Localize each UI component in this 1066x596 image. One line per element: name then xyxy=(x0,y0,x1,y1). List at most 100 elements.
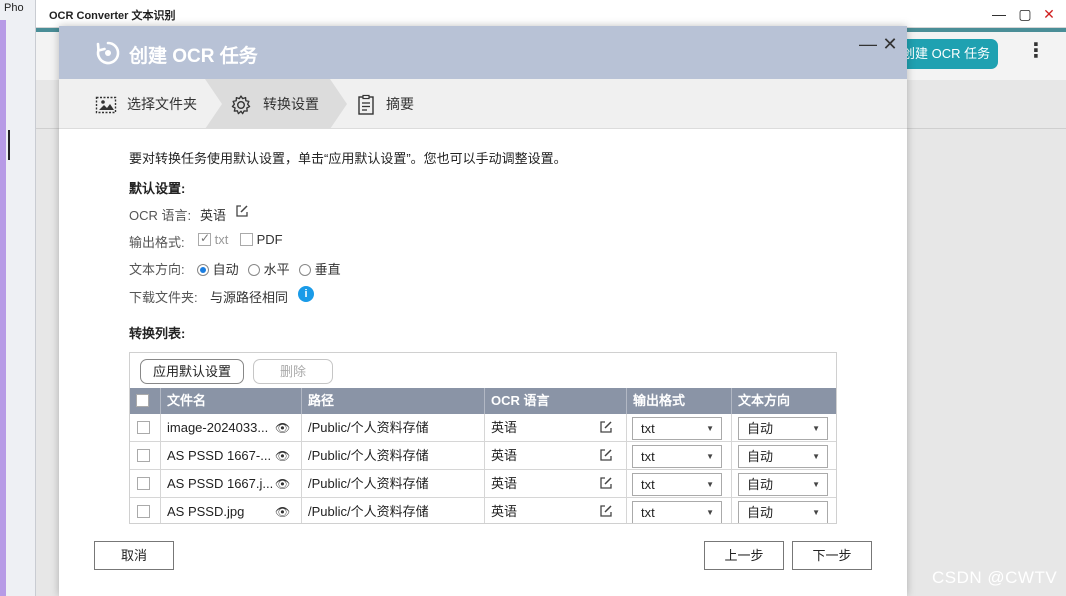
delete-button[interactable]: 删除 xyxy=(253,359,333,384)
direction-cell: 自动 ▼ xyxy=(731,442,836,470)
create-task-dialog: 创建 OCR 任务 — ✕ 选择文件夹 转换设置 摘要 要对转换任务使用默认设置… xyxy=(59,26,907,596)
preview-eye-icon[interactable]: 👁 xyxy=(275,414,290,442)
direction-value: 自动 xyxy=(747,421,774,436)
col-ocr-language[interactable]: OCR 语言 xyxy=(484,388,626,414)
col-text-direction[interactable]: 文本方向 xyxy=(731,388,836,414)
direction-cell: 自动 ▼ xyxy=(731,470,836,498)
table-row: AS PSSD.jpg 👁 /Public/个人资料存储 英语 txt ▼ 自动… xyxy=(130,498,836,523)
watermark: CSDN @CWTV xyxy=(932,568,1058,587)
txt-checkbox[interactable] xyxy=(198,231,211,246)
maximize-window-button[interactable]: ▢ xyxy=(1014,4,1036,24)
format-value: txt xyxy=(641,421,655,436)
format-select[interactable]: txt ▼ xyxy=(632,501,722,523)
vertical-radio[interactable] xyxy=(299,264,311,276)
direction-select[interactable]: 自动 ▼ xyxy=(738,445,828,468)
window-title: OCR Converter 文本识别 xyxy=(49,10,176,22)
dialog-content: 要对转换任务使用默认设置，单击“应用默认设置”。您也可以手动调整设置。 默认设置… xyxy=(59,130,907,550)
text-cursor xyxy=(8,130,10,160)
col-filename[interactable]: 文件名 xyxy=(160,388,301,414)
horizontal-label: 水平 xyxy=(263,262,290,277)
select-all-checkbox[interactable] xyxy=(136,394,149,407)
previous-step-button[interactable]: 上一步 xyxy=(704,541,784,570)
direction-select[interactable]: 自动 ▼ xyxy=(738,473,828,496)
col-output-format[interactable]: 输出格式 xyxy=(626,388,731,414)
ocr-language-label: OCR 语言: xyxy=(129,208,192,223)
row-select-cell xyxy=(130,470,160,498)
wizard-steps: 选择文件夹 转换设置 摘要 xyxy=(59,79,907,129)
table-row: AS PSSD 1667-... 👁 /Public/个人资料存储 英语 txt… xyxy=(130,442,836,470)
pdf-checkbox[interactable] xyxy=(240,233,253,246)
language-value: 英语 xyxy=(491,504,518,519)
minimize-window-button[interactable]: — xyxy=(988,4,1010,24)
edit-icon[interactable] xyxy=(599,420,613,434)
desktop-left-edge: Pho xyxy=(0,0,36,596)
row-checkbox[interactable] xyxy=(137,421,150,434)
direction-value: 自动 xyxy=(747,449,774,464)
auto-radio[interactable] xyxy=(197,264,209,276)
preview-eye-icon[interactable]: 👁 xyxy=(275,470,290,498)
ocr-language-value: 英语 xyxy=(200,208,227,223)
row-checkbox[interactable] xyxy=(137,449,150,462)
filename-cell: AS PSSD.jpg 👁 xyxy=(160,498,301,523)
format-value: txt xyxy=(641,505,655,520)
language-cell: 英语 xyxy=(484,498,626,523)
language-value: 英语 xyxy=(491,448,518,463)
text-direction-label: 文本方向: xyxy=(129,262,185,277)
format-select[interactable]: txt ▼ xyxy=(632,473,722,496)
apply-defaults-button[interactable]: 应用默认设置 xyxy=(140,359,244,384)
format-select[interactable]: txt ▼ xyxy=(632,417,722,440)
minimize-dialog-button[interactable]: — xyxy=(859,34,877,56)
window-titlebar: OCR Converter 文本识别 — ▢ ✕ xyxy=(36,0,1066,28)
direction-select[interactable]: 自动 ▼ xyxy=(738,417,828,440)
direction-cell: 自动 ▼ xyxy=(731,414,836,442)
edit-icon[interactable] xyxy=(599,476,613,490)
close-window-button[interactable]: ✕ xyxy=(1038,4,1060,24)
chevron-down-icon: ▼ xyxy=(812,424,820,433)
desktop-accent-bar xyxy=(0,20,6,596)
filename: AS PSSD 1667.j... xyxy=(167,476,274,491)
chevron-down-icon: ▼ xyxy=(812,508,820,517)
row-checkbox[interactable] xyxy=(137,477,150,490)
preview-eye-icon[interactable]: 👁 xyxy=(275,442,290,470)
info-icon[interactable]: i xyxy=(298,286,314,302)
format-value: txt xyxy=(641,449,655,464)
horizontal-radio[interactable] xyxy=(248,264,260,276)
format-select[interactable]: txt ▼ xyxy=(632,445,722,468)
close-dialog-button[interactable]: ✕ xyxy=(881,34,899,56)
format-cell: txt ▼ xyxy=(626,498,731,523)
path-cell: /Public/个人资料存储 xyxy=(301,414,484,442)
chevron-down-icon: ▼ xyxy=(706,424,714,433)
auto-label: 自动 xyxy=(212,262,239,277)
step-label: 转换设置 xyxy=(263,96,319,112)
dialog-header: 创建 OCR 任务 — ✕ xyxy=(59,26,907,79)
dialog-title: 创建 OCR 任务 xyxy=(129,46,258,67)
language-cell: 英语 xyxy=(484,414,626,442)
format-cell: txt ▼ xyxy=(626,414,731,442)
direction-auto-option[interactable]: 自动 xyxy=(197,259,239,278)
more-options-icon[interactable]: ⋮ xyxy=(1026,40,1046,64)
edit-icon[interactable] xyxy=(599,448,613,462)
preview-eye-icon[interactable]: 👁 xyxy=(275,498,290,523)
path-cell: /Public/个人资料存储 xyxy=(301,442,484,470)
row-select-cell xyxy=(130,442,160,470)
table-header: 文件名 路径 OCR 语言 输出格式 文本方向 xyxy=(130,388,836,414)
col-path[interactable]: 路径 xyxy=(301,388,484,414)
chevron-down-icon: ▼ xyxy=(706,480,714,489)
format-cell: txt ▼ xyxy=(626,470,731,498)
format-value: txt xyxy=(641,477,655,492)
row-checkbox[interactable] xyxy=(137,505,150,518)
chevron-down-icon: ▼ xyxy=(812,480,820,489)
edit-icon[interactable] xyxy=(599,504,613,518)
vertical-label: 垂直 xyxy=(314,262,341,277)
image-folder-icon xyxy=(95,96,117,114)
edit-icon[interactable] xyxy=(235,204,249,218)
direction-horizontal-option[interactable]: 水平 xyxy=(248,259,290,278)
cancel-button[interactable]: 取消 xyxy=(94,541,174,570)
create-ocr-task-button[interactable]: 创建 OCR 任务 xyxy=(892,39,998,69)
download-folder-value: 与源路径相同 xyxy=(210,290,289,305)
direction-vertical-option[interactable]: 垂直 xyxy=(299,259,341,278)
direction-value: 自动 xyxy=(747,505,774,520)
pdf-label: PDF xyxy=(256,232,283,247)
next-step-button[interactable]: 下一步 xyxy=(792,541,872,570)
direction-select[interactable]: 自动 ▼ xyxy=(738,501,828,523)
